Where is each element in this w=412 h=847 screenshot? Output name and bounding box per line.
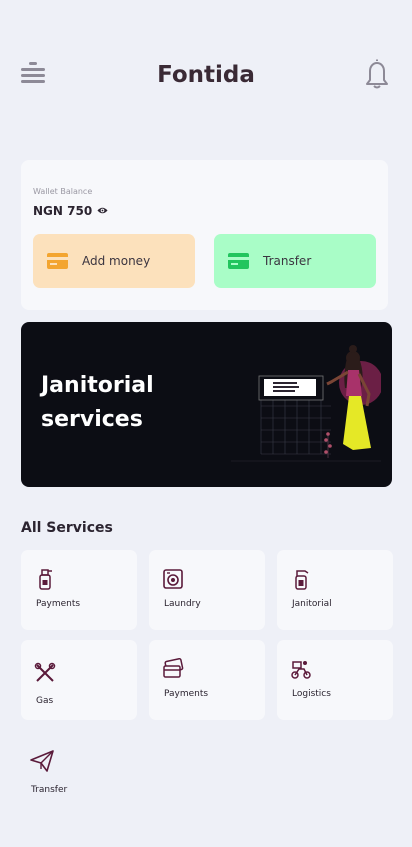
woman-presenting-illustration <box>231 345 381 462</box>
wallet-balance-amount: NGN 750 <box>33 204 93 218</box>
add-money-label: Add money <box>82 254 151 268</box>
eye-icon[interactable] <box>97 206 108 215</box>
service-tile-janitorial[interactable]: Janitorial <box>277 550 393 630</box>
washing-machine-icon <box>163 569 183 589</box>
service-tile-payments[interactable]: Payments <box>21 550 137 630</box>
service-label: Laundry <box>164 599 201 609</box>
service-tile-payments-2[interactable]: Payments <box>149 640 265 720</box>
spray-bottle-icon <box>39 569 52 590</box>
service-tile-laundry[interactable]: Laundry <box>149 550 265 630</box>
notification-button[interactable] <box>362 58 392 90</box>
all-services-heading: All Services <box>21 520 113 536</box>
add-money-button[interactable]: Add money <box>33 234 195 288</box>
bell-icon <box>366 59 388 89</box>
app-header: Fontida <box>0 56 412 100</box>
tools-icon <box>34 662 56 682</box>
service-tile-transfer[interactable]: Transfer <box>21 730 137 810</box>
service-label: Janitorial <box>292 599 332 609</box>
app-title: Fontida <box>157 62 255 88</box>
credit-card-icon <box>47 253 68 269</box>
service-label: Payments <box>164 689 209 699</box>
cleaning-spray-icon <box>295 570 309 590</box>
service-tile-logistics[interactable]: Logistics <box>277 640 393 720</box>
paper-plane-icon <box>30 750 54 772</box>
wallet-card: Wallet Balance NGN 750 Add money Transfe… <box>21 160 388 310</box>
service-label: Payments <box>36 599 81 609</box>
delivery-bike-icon <box>291 661 311 679</box>
payment-card-icon <box>163 658 184 678</box>
transfer-label: Transfer <box>263 254 312 268</box>
service-tile-gas[interactable]: Gas <box>21 640 137 720</box>
service-label: Gas <box>36 696 54 706</box>
service-label: Transfer <box>31 785 68 795</box>
service-label: Logistics <box>292 689 331 699</box>
transfer-button[interactable]: Transfer <box>214 234 376 288</box>
wallet-balance-label: Wallet Balance <box>33 187 93 196</box>
credit-card-icon <box>228 253 249 269</box>
janitorial-services-banner[interactable]: Janitorial services <box>21 322 392 487</box>
banner-title: Janitorial services <box>41 373 154 432</box>
